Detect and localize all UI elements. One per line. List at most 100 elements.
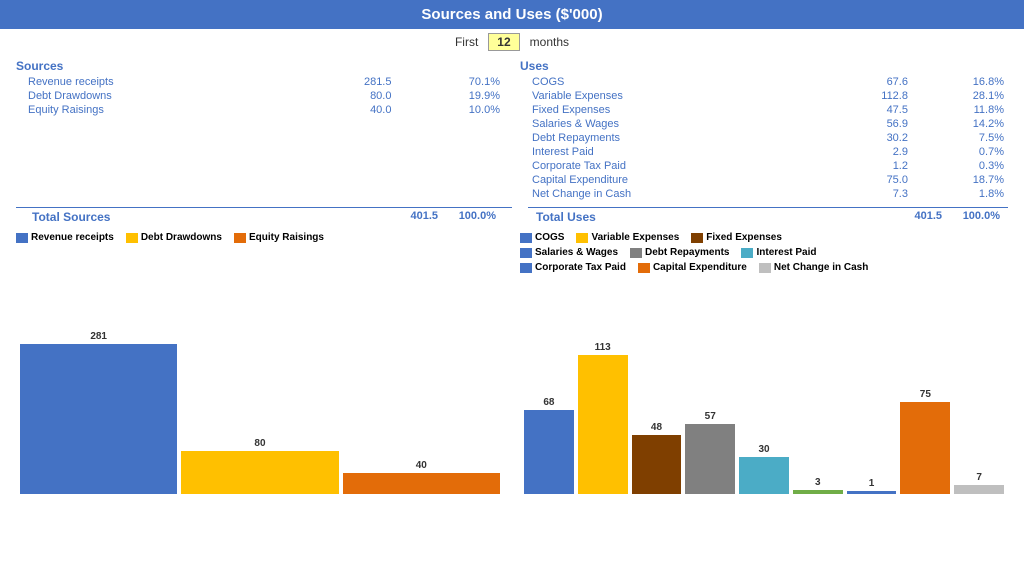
source-pct: 70.1% bbox=[395, 75, 504, 89]
uses-row: Interest Paid 2.9 0.7% bbox=[520, 145, 1008, 159]
legend-item: Revenue receipts bbox=[16, 232, 114, 243]
bar-fill bbox=[954, 485, 1004, 494]
bar-group: 7 bbox=[954, 314, 1004, 494]
source-value: 40.0 bbox=[297, 103, 395, 117]
use-pct: 28.1% bbox=[912, 89, 1008, 103]
use-pct: 1.8% bbox=[912, 187, 1008, 201]
bar-group: 75 bbox=[900, 314, 950, 494]
bar-value-label: 80 bbox=[254, 438, 265, 449]
uses-row: Corporate Tax Paid 1.2 0.3% bbox=[520, 159, 1008, 173]
legend-color bbox=[638, 263, 650, 273]
uses-row: Net Change in Cash 7.3 1.8% bbox=[520, 187, 1008, 201]
bar-fill bbox=[181, 451, 338, 494]
legend-color bbox=[741, 248, 753, 258]
source-pct: 19.9% bbox=[395, 89, 504, 103]
bar-fill bbox=[632, 435, 682, 494]
use-pct: 7.5% bbox=[912, 131, 1008, 145]
total-uses-pct: 100.0% bbox=[950, 210, 1000, 224]
page-container: Sources and Uses ($'000) First 12 months… bbox=[0, 0, 1024, 498]
uses-row: COGS 67.6 16.8% bbox=[520, 75, 1008, 89]
bar-fill bbox=[847, 491, 897, 494]
use-value: 67.6 bbox=[802, 75, 912, 89]
bar-fill bbox=[739, 457, 789, 494]
bar-group: 30 bbox=[739, 314, 789, 494]
right-chart-legend: COGS Variable Expenses Fixed Expenses Salar… bbox=[520, 232, 1008, 273]
legend-label: Interest Paid bbox=[756, 247, 816, 258]
bar-value-label: 57 bbox=[705, 411, 716, 422]
bar-group: 40 bbox=[343, 314, 500, 494]
legend-label: Variable Expenses bbox=[591, 232, 679, 243]
legend-item: Equity Raisings bbox=[234, 232, 324, 243]
source-label: Debt Drawdowns bbox=[16, 89, 297, 103]
total-sources-label: Total Sources bbox=[32, 210, 380, 224]
bar-group: 113 bbox=[578, 314, 628, 494]
total-uses-row: Total Uses 401.5 100.0% bbox=[528, 207, 1008, 226]
uses-title: Uses bbox=[520, 59, 1008, 73]
total-uses-label: Total Uses bbox=[536, 210, 884, 224]
use-value: 30.2 bbox=[802, 131, 912, 145]
bar-group: 57 bbox=[685, 314, 735, 494]
legend-item: Capital Expenditure bbox=[638, 262, 747, 273]
legend-color bbox=[16, 233, 28, 243]
bar-fill bbox=[793, 490, 843, 494]
legend-color bbox=[234, 233, 246, 243]
legend-label: COGS bbox=[535, 232, 564, 243]
legend-item: COGS bbox=[520, 232, 564, 243]
use-value: 75.0 bbox=[802, 173, 912, 187]
source-label: Revenue receipts bbox=[16, 75, 297, 89]
sources-row: Debt Drawdowns 80.0 19.9% bbox=[16, 89, 504, 103]
legend-item: Salaries & Wages bbox=[520, 247, 618, 258]
bar-group: 1 bbox=[847, 314, 897, 494]
sources-title: Sources bbox=[16, 59, 504, 73]
page-header: Sources and Uses ($'000) bbox=[0, 0, 1024, 29]
legend-color bbox=[126, 233, 138, 243]
use-value: 1.2 bbox=[802, 159, 912, 173]
bar-group: 48 bbox=[632, 314, 682, 494]
legend-label: Capital Expenditure bbox=[653, 262, 747, 273]
header-title: Sources and Uses ($'000) bbox=[421, 6, 602, 23]
source-value: 281.5 bbox=[297, 75, 395, 89]
source-label: Equity Raisings bbox=[16, 103, 297, 117]
legend-label: Net Change in Cash bbox=[774, 262, 868, 273]
months-input[interactable]: 12 bbox=[488, 33, 519, 51]
legend-item: Fixed Expenses bbox=[691, 232, 782, 243]
left-chart-legend: Revenue receiptsDebt DrawdownsEquity Rai… bbox=[16, 232, 504, 243]
legend-color bbox=[520, 263, 532, 273]
left-bar-chart: 281 80 40 bbox=[16, 247, 504, 494]
bar-fill bbox=[343, 473, 500, 494]
months-label: months bbox=[530, 35, 569, 49]
sources-row: Equity Raisings 40.0 10.0% bbox=[16, 103, 504, 117]
use-pct: 0.7% bbox=[912, 145, 1008, 159]
total-uses-value: 401.5 bbox=[892, 210, 942, 224]
use-label: COGS bbox=[520, 75, 802, 89]
legend-color bbox=[520, 248, 532, 258]
bar-value-label: 75 bbox=[920, 389, 931, 400]
use-label: Debt Repayments bbox=[520, 131, 802, 145]
use-pct: 14.2% bbox=[912, 117, 1008, 131]
use-pct: 11.8% bbox=[912, 103, 1008, 117]
legend-item: Net Change in Cash bbox=[759, 262, 868, 273]
use-value: 112.8 bbox=[802, 89, 912, 103]
legend-label: Fixed Expenses bbox=[706, 232, 782, 243]
bar-fill bbox=[900, 402, 950, 494]
bar-group: 3 bbox=[793, 314, 843, 494]
legend-label: Corporate Tax Paid bbox=[535, 262, 626, 273]
left-chart: Revenue receiptsDebt DrawdownsEquity Rai… bbox=[8, 232, 512, 494]
legend-item: Interest Paid bbox=[741, 247, 816, 258]
bar-fill bbox=[20, 344, 177, 494]
bar-value-label: 1 bbox=[869, 478, 875, 489]
legend-color bbox=[576, 233, 588, 243]
legend-label: Equity Raisings bbox=[249, 232, 324, 243]
source-pct: 10.0% bbox=[395, 103, 504, 117]
uses-row: Fixed Expenses 47.5 11.8% bbox=[520, 103, 1008, 117]
legend-item: Debt Repayments bbox=[630, 247, 729, 258]
use-label: Salaries & Wages bbox=[520, 117, 802, 131]
legend-item: Corporate Tax Paid bbox=[520, 262, 626, 273]
bar-fill bbox=[524, 410, 574, 494]
bar-value-label: 7 bbox=[976, 472, 982, 483]
bar-value-label: 3 bbox=[815, 477, 821, 488]
legend-item: Variable Expenses bbox=[576, 232, 679, 243]
bar-value-label: 281 bbox=[90, 331, 107, 342]
uses-row: Capital Expenditure 75.0 18.7% bbox=[520, 173, 1008, 187]
total-sources-value: 401.5 bbox=[388, 210, 438, 224]
